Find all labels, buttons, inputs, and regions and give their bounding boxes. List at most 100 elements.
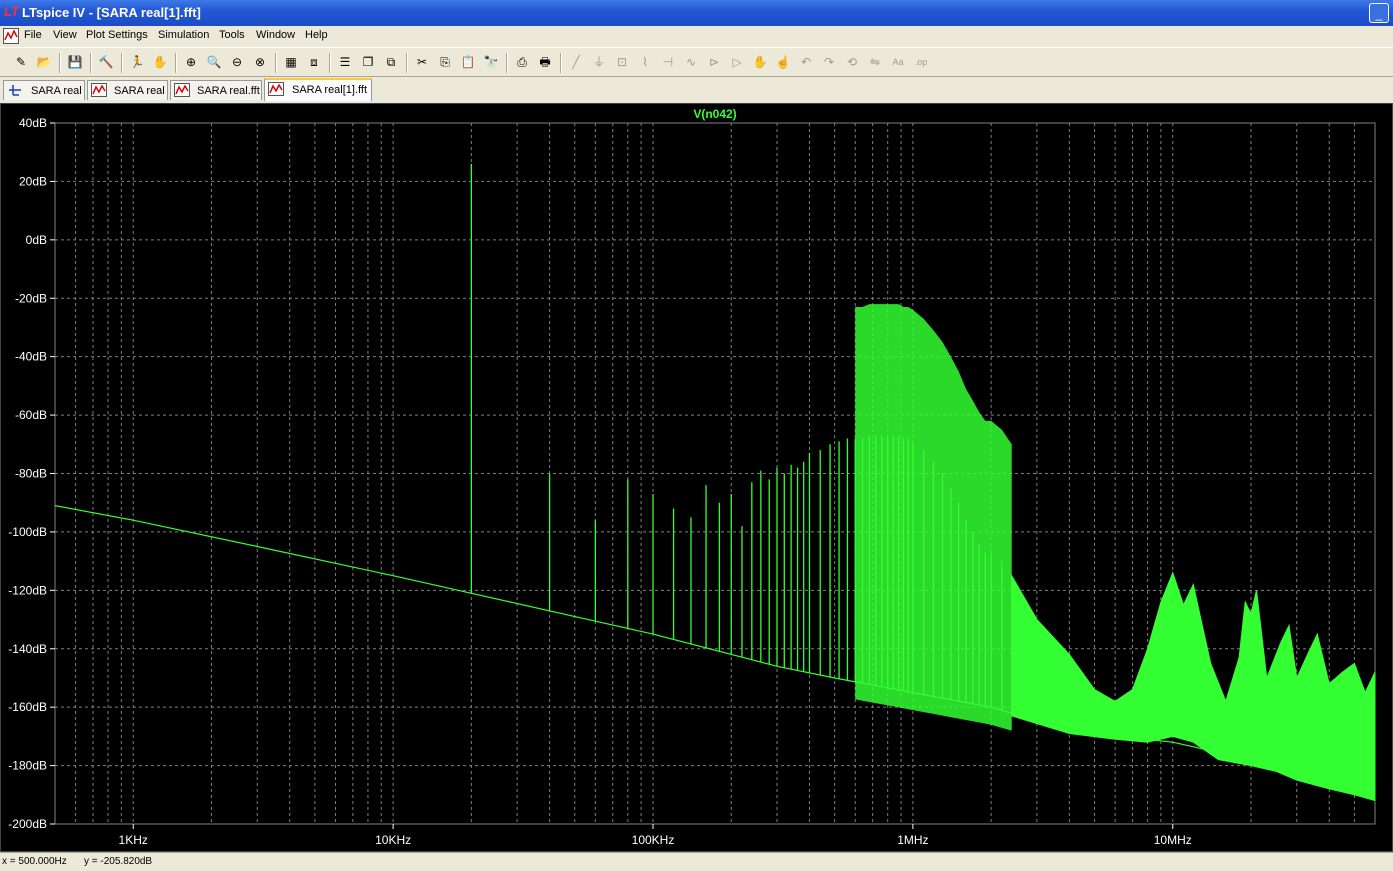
undo-icon[interactable]: ↶ [797, 53, 815, 71]
menu-view[interactable]: View [53, 29, 77, 41]
save-icon[interactable]: 💾 [66, 53, 84, 71]
x-tick-label: 10MHz [1154, 833, 1192, 847]
tab-sara-real-schematic[interactable]: SARA real [3, 80, 85, 100]
open-icon[interactable]: 📂 [35, 53, 53, 71]
rotate-icon[interactable]: ⟲ [843, 53, 861, 71]
y-tick-label: -180dB [8, 759, 47, 773]
zoom-fit-icon[interactable]: ⊗ [251, 53, 269, 71]
waveform-icon [268, 82, 284, 96]
redo-icon[interactable]: ↷ [820, 53, 838, 71]
cut-icon[interactable]: ✂ [413, 53, 431, 71]
y-tick-label: -120dB [8, 583, 47, 597]
toolbar-separator [275, 53, 277, 73]
tab-label: SARA real [114, 85, 165, 97]
control-panel-icon[interactable]: 🔨 [97, 53, 115, 71]
diode-icon[interactable]: ⊳ [705, 53, 723, 71]
move-icon[interactable]: ✋ [751, 53, 769, 71]
fit-icon[interactable]: ⧈ [305, 53, 323, 71]
cascade-icon[interactable]: ❐ [359, 53, 377, 71]
inductor-icon[interactable]: ∿ [682, 53, 700, 71]
plot-pane[interactable]: 40dB 20dB 0dB -20dB -40dB -60dB -80dB -100dB -12… [0, 103, 1393, 852]
ltspice-logo-icon: LT [4, 4, 19, 19]
toolbar-separator [121, 53, 123, 73]
y-tick-label: 20dB [19, 174, 47, 188]
resistor-icon[interactable]: ⌇ [636, 53, 654, 71]
component-icon[interactable]: ▷ [728, 53, 746, 71]
trace-name-label[interactable]: V(n042) [693, 107, 736, 121]
mid-noise-band [855, 304, 1012, 731]
zoom-out-icon[interactable]: ⊖ [228, 53, 246, 71]
toolbar-separator [59, 53, 61, 73]
wire-icon[interactable]: ╱ [567, 53, 585, 71]
y-tick-label: -40dB [15, 350, 47, 364]
toolbar-separator [329, 53, 331, 73]
zoom-back-icon[interactable]: 🔍 [205, 53, 223, 71]
text-icon[interactable]: Aa [889, 53, 907, 71]
print-icon[interactable]: 🖶 [536, 53, 554, 71]
x-tick-label: 10KHz [375, 833, 411, 847]
y-tick-label: -100dB [8, 525, 47, 539]
y-tick-label: -200dB [8, 817, 47, 831]
y-tick-label: -160dB [8, 700, 47, 714]
zoom-in-icon[interactable]: ⊕ [182, 53, 200, 71]
toolbar-separator [406, 53, 408, 73]
label-icon[interactable]: ⊡ [613, 53, 631, 71]
tile-horizontal-icon[interactable]: ☰ [336, 53, 354, 71]
status-bar: x = 500.000Hz y = -205.820dB [0, 852, 1393, 871]
waveform-icon [174, 83, 190, 97]
tab-label: SARA real[1].fft [292, 84, 368, 96]
menu-window[interactable]: Window [256, 29, 295, 41]
ground-icon[interactable]: ⏚ [590, 53, 608, 71]
copy-icon[interactable]: ⎘ [436, 53, 454, 71]
paste-icon[interactable]: 📋 [459, 53, 477, 71]
menu-plot-settings[interactable]: Plot Settings [86, 29, 148, 41]
y-tick-label: -140dB [8, 642, 47, 656]
tab-sara-real-waveform[interactable]: SARA real [87, 80, 168, 100]
tab-label: SARA real.fft [197, 85, 260, 97]
cursor-y-readout: y = -205.820dB [84, 856, 153, 867]
close-windows-icon[interactable]: ⧉ [382, 53, 400, 71]
tab-sara-real-1-fft[interactable]: SARA real[1].fft [264, 78, 372, 101]
toolbar-separator [175, 53, 177, 73]
toolbar-separator [560, 53, 562, 73]
schematic-icon [9, 85, 21, 96]
tab-sara-real-fft[interactable]: SARA real.fft [170, 80, 262, 100]
waveform-document-icon[interactable] [3, 28, 19, 44]
minimize-button[interactable]: _ [1369, 3, 1389, 23]
cursor-x-readout: x = 500.000Hz [2, 856, 67, 867]
spice-directive-icon[interactable]: .op [912, 53, 930, 71]
plot-axes: 40dB 20dB 0dB -20dB -40dB -60dB -80dB -100dB -12… [8, 116, 1191, 847]
fft-plot[interactable]: 40dB 20dB 0dB -20dB -40dB -60dB -80dB -100dB -12… [1, 104, 1392, 851]
x-tick-label: 1KHz [119, 833, 148, 847]
waveform-icon [91, 83, 107, 97]
title-bar[interactable]: LT LTspice IV - [SARA real[1].fft] _ [0, 0, 1393, 26]
y-tick-label: -80dB [15, 467, 47, 481]
print-preview-icon[interactable]: ⎙ [513, 53, 531, 71]
y-tick-label: 40dB [19, 116, 47, 130]
x-tick-label: 100KHz [632, 833, 675, 847]
hf-noise-band [1011, 571, 1376, 802]
y-tick-label: -60dB [15, 408, 47, 422]
menu-bar: File View Plot Settings Simulation Tools… [0, 26, 1393, 46]
trace-layer [54, 163, 1376, 802]
x-tick-label: 1MHz [897, 833, 928, 847]
menu-simulation[interactable]: Simulation [158, 29, 209, 41]
menu-tools[interactable]: Tools [219, 29, 245, 41]
toolbar-separator [506, 53, 508, 73]
menu-help[interactable]: Help [305, 29, 328, 41]
toolbar-separator [90, 53, 92, 73]
y-tick-label: 0dB [26, 233, 47, 247]
menu-file[interactable]: File [24, 29, 42, 41]
find-icon[interactable]: 🔭 [482, 53, 500, 71]
toolbar: ✎ 📂 💾 🔨 🏃 ✋ ⊕ 🔍 ⊖ ⊗ ▦ ⧈ ☰ ❐ ⧉ ✂ ⎘ 📋 🔭 ⎙ 🖶 ╱ ⏚ ⊡ ⌇ ⊣ ∿ ⊳ ▷ ✋ ☝ ↶ ↷ ⟲ ⇋ Aa .op [0, 47, 1393, 77]
run-icon[interactable]: 🏃 [128, 53, 146, 71]
mirror-icon[interactable]: ⇋ [866, 53, 884, 71]
tab-label: SARA real [31, 85, 82, 97]
drag-icon[interactable]: ☝ [774, 53, 792, 71]
capacitor-icon[interactable]: ⊣ [659, 53, 677, 71]
new-schematic-icon[interactable]: ✎ [12, 53, 30, 71]
pan-icon[interactable]: ✋ [151, 53, 169, 71]
autorange-icon[interactable]: ▦ [282, 53, 300, 71]
window-title: LTspice IV - [SARA real[1].fft] [22, 5, 201, 20]
tab-bar: SARA real SARA real SARA real.fft SARA r… [0, 77, 1393, 101]
